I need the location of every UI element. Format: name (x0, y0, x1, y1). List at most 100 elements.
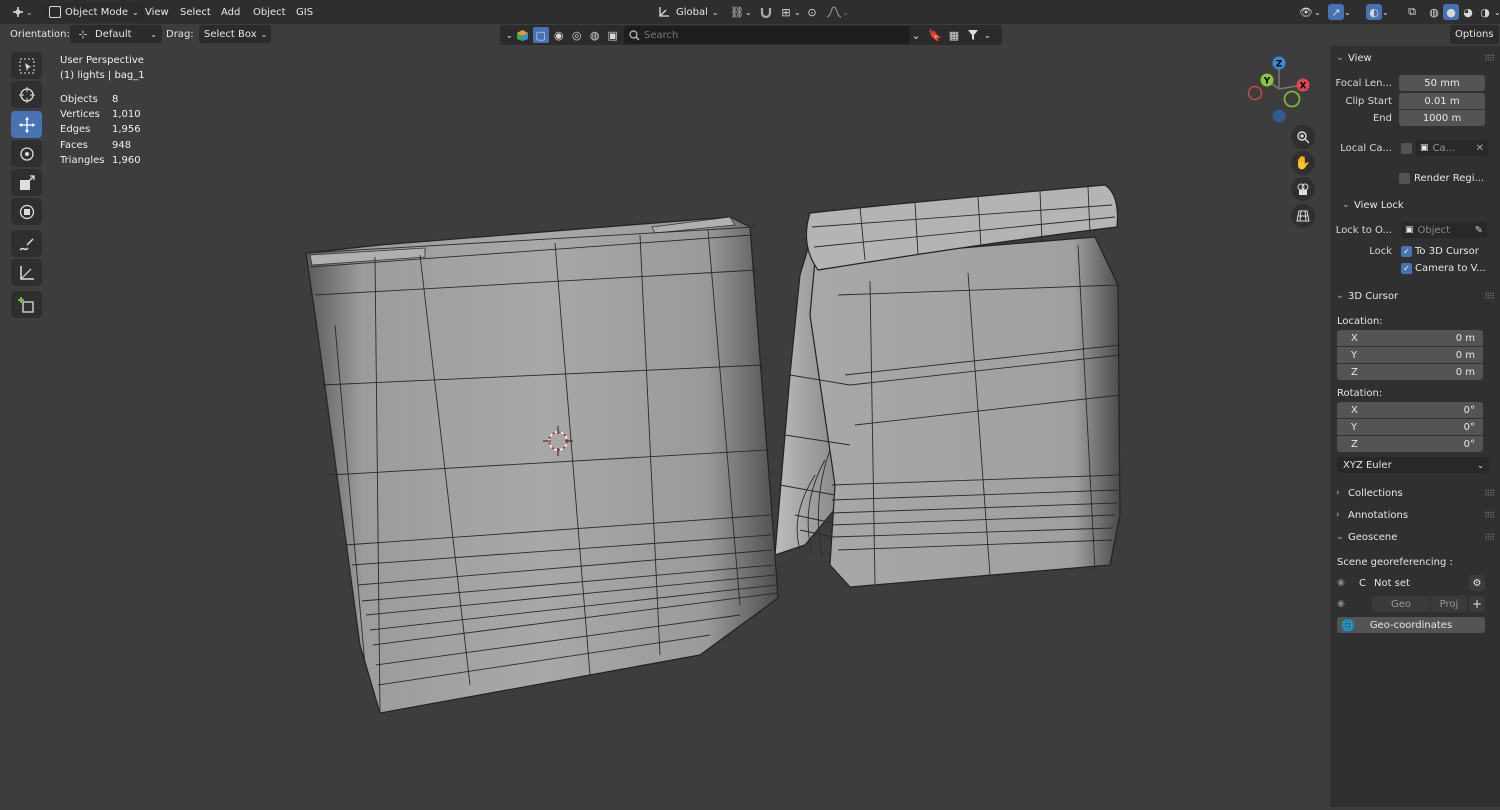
bag-right-mesh[interactable] (774, 184, 1121, 588)
filter-icon[interactable] (965, 27, 981, 43)
drag-grip-icon[interactable]: ⠿⠿ (1484, 54, 1495, 63)
drag-grip-icon[interactable]: ⠿⠿ (1484, 292, 1495, 301)
chevron-down-icon: ⌄ (260, 29, 268, 39)
chevron-down-icon: ⌄ (1336, 53, 1344, 63)
snap-target-button[interactable]: ⊞ ⌄ (778, 3, 800, 21)
render-region-label: Render Regi... (1414, 172, 1485, 184)
camera-to-view-checkbox[interactable]: ✓ (1401, 262, 1412, 274)
annotations-section-header[interactable]: › Annotations ⠿⠿ (1330, 504, 1500, 526)
rotation-y-row[interactable]: Y 0° (1337, 419, 1483, 435)
select-box-icon[interactable]: ▢ (532, 27, 549, 43)
transform-orientation-dropdown[interactable]: Global ⌄ (656, 3, 719, 21)
clear-icon[interactable]: ✕ (1476, 143, 1484, 154)
orientation-dropdown[interactable]: ⊹ Default ⌄ (70, 25, 162, 43)
local-camera-field[interactable]: ▣ Ca... ✕ (1416, 140, 1488, 156)
3d-viewport[interactable] (0, 45, 1330, 807)
proj-button[interactable]: Proj (1431, 596, 1467, 612)
move-tool[interactable] (11, 111, 42, 138)
object-type-filters[interactable]: ⌄ ▢ ◉ ◎ ◍ ▣ (506, 26, 621, 44)
snap-button[interactable] (758, 3, 774, 21)
location-y-row[interactable]: Y 0 m (1337, 347, 1483, 363)
scale-tool[interactable] (11, 169, 42, 196)
xray-toggle[interactable]: ⧉ (1404, 3, 1420, 21)
proportional-editing-button[interactable]: ⊙ (804, 3, 820, 21)
drag-grip-icon[interactable]: ⠿⠿ (1484, 511, 1495, 520)
drag-grip-icon[interactable]: ⠿⠿ (1484, 489, 1495, 498)
editor-type-button[interactable]: ⌄ (10, 3, 33, 21)
falloff-button[interactable]: ⌄ (826, 3, 849, 21)
gear-icon[interactable]: ⚙ (1469, 575, 1485, 591)
sphere-icon[interactable]: ◉ (551, 27, 567, 43)
lock-object-field[interactable]: ▣ Object ✎ (1401, 222, 1487, 238)
3d-cursor-section-header[interactable]: ⌄ 3D Cursor ⠿⠿ (1330, 285, 1500, 307)
bag-left-mesh[interactable] (305, 216, 779, 714)
rotate-tool[interactable] (11, 140, 42, 167)
radio-dot-icon[interactable]: ◉ (1337, 599, 1351, 609)
solid-shading-icon[interactable]: ● (1443, 4, 1459, 20)
location-x-row[interactable]: X 0 m (1337, 330, 1483, 346)
eyedropper-icon[interactable]: ✎ (1475, 225, 1483, 236)
menu-add[interactable]: Add (221, 3, 240, 21)
sphere-icon[interactable]: ◎ (569, 27, 585, 43)
search-input[interactable]: Search (624, 26, 910, 44)
to-3d-cursor-checkbox[interactable]: ✓ (1401, 245, 1412, 257)
wireframe-shading-icon[interactable]: ◍ (1426, 4, 1442, 20)
lock-to-object-label: Lock to O... (1335, 224, 1392, 236)
visibility-button[interactable]: 👁 ⌄ (1298, 3, 1321, 21)
rotation-mode-value: XYZ Euler (1343, 459, 1392, 471)
radio-dot-icon[interactable]: ◉ (1337, 578, 1351, 588)
view-lock-header[interactable]: ⌄ View Lock (1336, 194, 1500, 216)
cursor-tool[interactable] (11, 81, 42, 108)
filter-tools[interactable]: ⌄ 🔖 ▦ ⌄ (908, 26, 990, 44)
location-z-row[interactable]: Z 0 m (1337, 364, 1483, 380)
focal-length-field[interactable]: 50 mm (1399, 75, 1485, 91)
gizmo-toggle[interactable]: ↗ ⌄ (1328, 3, 1351, 21)
transform-tool[interactable] (11, 198, 42, 225)
camera-view-icon[interactable] (1291, 177, 1315, 201)
overlays-toggle[interactable]: ◐ ⌄ (1366, 3, 1389, 21)
globe-icon[interactable]: ◍ (587, 27, 603, 43)
geo-coordinates-button[interactable]: 🌐 Geo-coordinates (1337, 617, 1485, 633)
render-region-row[interactable]: Render Regi... (1399, 170, 1484, 186)
rotation-z-row[interactable]: Z 0° (1337, 436, 1483, 452)
mode-selector[interactable]: Object Mode ⌄ (44, 3, 144, 21)
material-shading-icon[interactable]: ◕ (1460, 4, 1476, 20)
chevron-down-icon[interactable]: ⌄ (908, 27, 924, 43)
drag-dropdown[interactable]: Select Box ⌄ (199, 25, 271, 43)
rotation-mode-dropdown[interactable]: XYZ Euler ⌄ (1337, 457, 1489, 473)
bookmark-icon[interactable]: 🔖 (927, 27, 943, 43)
select-box-tool[interactable] (11, 52, 42, 79)
chevron-down-icon: ⌄ (1336, 291, 1344, 301)
clip-end-field[interactable]: 1000 m (1399, 110, 1485, 126)
navigation-gizmo[interactable]: Z X Y (1245, 55, 1315, 125)
hand-pan-icon[interactable]: ✋ (1291, 151, 1315, 175)
rendered-shading-icon[interactable]: ◑ (1477, 4, 1493, 20)
collections-section-header[interactable]: › Collections ⠿⠿ (1330, 482, 1500, 504)
annotate-tool[interactable] (11, 230, 42, 257)
add-cube-tool[interactable] (11, 291, 42, 318)
collection-icon[interactable]: ▦ (946, 27, 962, 43)
zoom-icon[interactable] (1291, 125, 1315, 149)
geo-button[interactable]: Geo (1372, 596, 1430, 612)
perspective-grid-icon[interactable] (1291, 204, 1315, 228)
geoscene-section-header[interactable]: ⌄ Geoscene ⠿⠿ (1330, 526, 1500, 548)
options-button[interactable]: Options (1450, 25, 1499, 44)
measure-tool[interactable] (11, 259, 42, 286)
rotation-x-row[interactable]: X 0° (1337, 402, 1483, 418)
menu-select[interactable]: Select (180, 3, 211, 21)
drag-grip-icon[interactable]: ⠿⠿ (1484, 533, 1495, 542)
render-region-checkbox[interactable] (1399, 172, 1410, 184)
local-camera-checkbox[interactable] (1401, 142, 1412, 154)
pivot-point-button[interactable]: ⛓ ⌄ (729, 3, 752, 21)
clip-end-row: End 1000 m (1330, 110, 1485, 126)
image-icon[interactable]: ▣ (605, 27, 621, 43)
add-icon[interactable]: + (1469, 596, 1485, 612)
menu-object[interactable]: Object (253, 3, 286, 21)
menu-gis[interactable]: GIS (296, 3, 313, 21)
menu-view[interactable]: View (145, 3, 169, 21)
location-z-value: 0 m (1455, 366, 1475, 378)
view-section-header[interactable]: ⌄ View ⠿⠿ (1330, 47, 1500, 69)
clip-start-field[interactable]: 0.01 m (1399, 93, 1485, 109)
shading-modes[interactable]: ◍ ● ◕ ◑ ⌄ (1426, 3, 1500, 21)
pivot-link-icon: ⛓ (730, 5, 744, 19)
